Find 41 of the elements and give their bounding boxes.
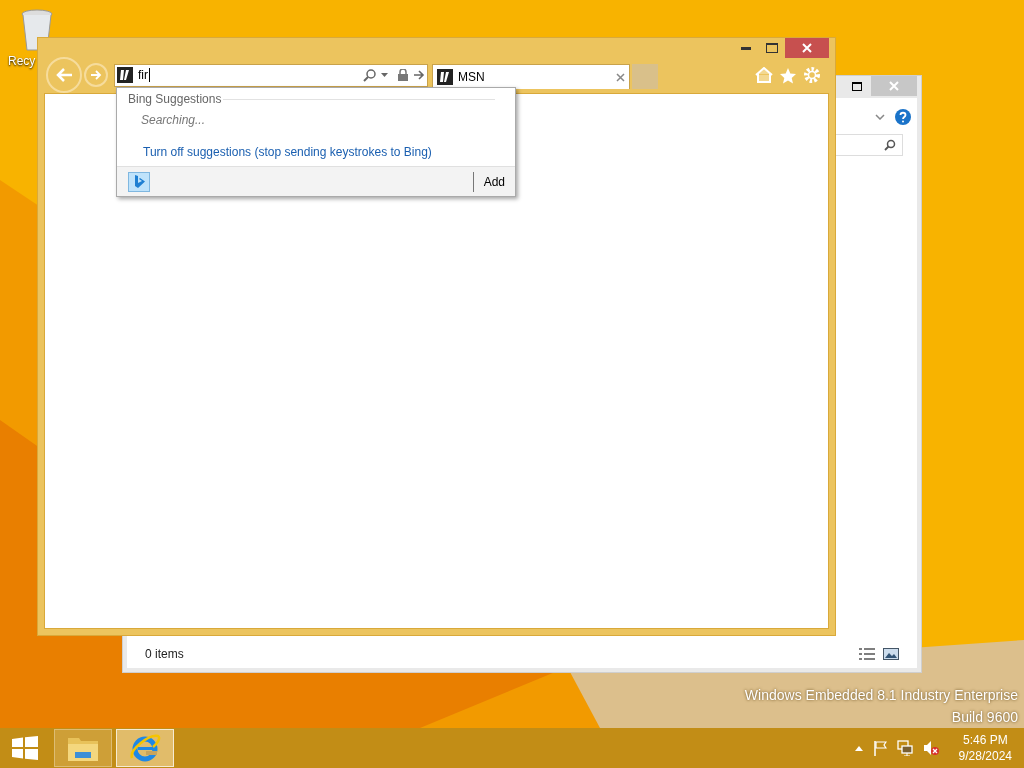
status-text: Searching... bbox=[141, 112, 206, 129]
flag-icon[interactable] bbox=[872, 740, 887, 756]
chevron-down-icon[interactable] bbox=[875, 114, 885, 120]
address-field[interactable]: fir bbox=[114, 63, 428, 87]
edition-text: Build 9600 bbox=[951, 708, 1018, 727]
lock-icon bbox=[398, 69, 408, 81]
muted-speaker-icon[interactable] bbox=[922, 740, 939, 756]
picture-view-icon[interactable] bbox=[883, 648, 899, 660]
close-icon bbox=[802, 43, 812, 53]
network-icon[interactable] bbox=[896, 740, 913, 756]
site-logo-icon bbox=[117, 67, 133, 83]
go-arrow-icon[interactable] bbox=[413, 70, 425, 80]
edition-text: Windows Embedded 8.1 Industry Enterprise bbox=[744, 686, 1018, 705]
windows-logo-icon bbox=[12, 736, 38, 760]
details-view-icon[interactable] bbox=[859, 648, 875, 660]
site-logo-icon bbox=[437, 69, 453, 85]
taskbar-app-button[interactable] bbox=[116, 729, 174, 767]
browser-tab[interactable]: MSN bbox=[432, 64, 630, 89]
turn-off-suggestions-link[interactable]: Turn off suggestions (stop sending keystrokes to Bing) bbox=[143, 143, 432, 161]
search-icon bbox=[884, 139, 896, 151]
taskbar-app-button[interactable] bbox=[54, 729, 112, 767]
browser-e-icon bbox=[129, 732, 161, 764]
right-arrow-icon bbox=[90, 70, 102, 80]
caret-icon[interactable] bbox=[381, 73, 388, 77]
search-icon[interactable] bbox=[363, 68, 376, 82]
close-button[interactable] bbox=[785, 38, 829, 58]
close-icon bbox=[889, 81, 899, 91]
close-tab-icon[interactable] bbox=[616, 72, 625, 82]
dropdown-header: Bing Suggestions bbox=[128, 91, 222, 108]
maximize-icon bbox=[766, 43, 778, 53]
bing-logo-icon[interactable] bbox=[128, 171, 150, 192]
show-hidden-icons-icon[interactable] bbox=[854, 745, 863, 751]
minimize-icon bbox=[741, 46, 751, 50]
maximize-icon bbox=[852, 81, 862, 91]
help-icon[interactable] bbox=[895, 109, 911, 125]
left-arrow-icon bbox=[55, 67, 73, 83]
add-button[interactable]: Add bbox=[473, 169, 515, 194]
status-text: 0 items bbox=[145, 646, 184, 663]
star-icon[interactable] bbox=[779, 66, 797, 84]
desktop-icon-label: Recy bbox=[8, 53, 36, 70]
address-text: fir bbox=[138, 68, 150, 82]
